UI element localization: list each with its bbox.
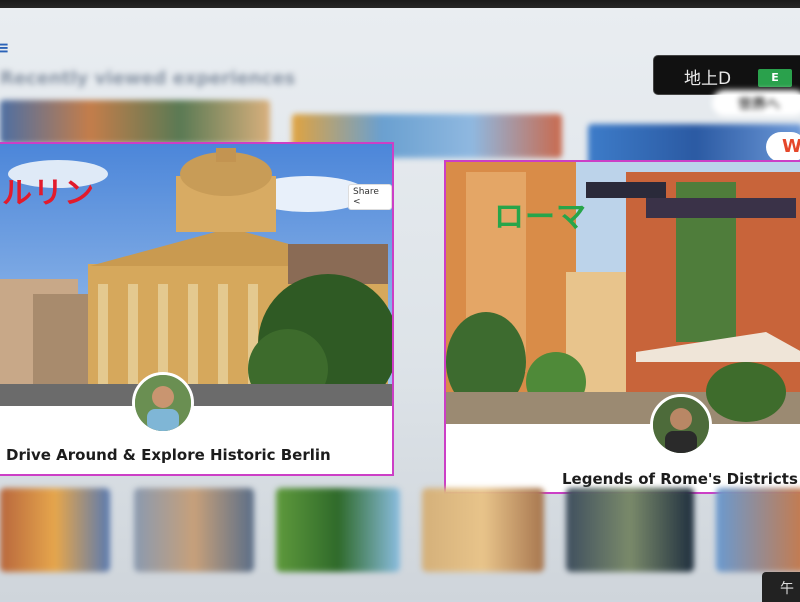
experience-card-rome[interactable]: ローマ Legends of Rome's Districts: [444, 160, 800, 494]
share-button[interactable]: Share <: [348, 184, 392, 210]
host-avatar-berlin[interactable]: [132, 372, 194, 434]
share-label: Share: [353, 187, 379, 197]
tv-corner-overlay: 午: [762, 572, 800, 602]
recent-thumb-1[interactable]: [0, 100, 270, 144]
tv-channel-overlay: 地上D E: [653, 55, 800, 95]
recent-thumb-8[interactable]: [566, 488, 694, 572]
recent-thumb-4[interactable]: [0, 488, 110, 572]
experience-card-berlin[interactable]: ルリン Share < Drive Around & Explore Histo…: [0, 142, 394, 476]
right-pill-w[interactable]: W: [766, 132, 800, 162]
card-title-berlin[interactable]: Drive Around & Explore Historic Berlin: [6, 446, 331, 464]
city-label-rome: ローマ: [494, 200, 587, 235]
recent-thumb-7[interactable]: [422, 488, 544, 572]
city-label-berlin: ルリン: [2, 176, 95, 211]
card-title-rome[interactable]: Legends of Rome's Districts: [562, 470, 798, 488]
menu-icon[interactable]: ≡: [0, 38, 10, 57]
recent-thumb-9[interactable]: [716, 488, 800, 572]
section-title: Recently viewed experiences: [0, 68, 296, 89]
recent-thumb-6[interactable]: [276, 488, 400, 572]
tv-channel-badge: E: [758, 69, 792, 87]
recent-thumb-5[interactable]: [134, 488, 254, 572]
right-pill[interactable]: 世界へ: [712, 90, 800, 116]
share-icon: <: [353, 197, 361, 207]
host-avatar-rome[interactable]: [650, 394, 712, 456]
browser-viewport: ≡ Recently viewed experiences 地上D E 世界へ …: [0, 8, 800, 602]
tv-channel-label: 地上D: [684, 69, 732, 89]
